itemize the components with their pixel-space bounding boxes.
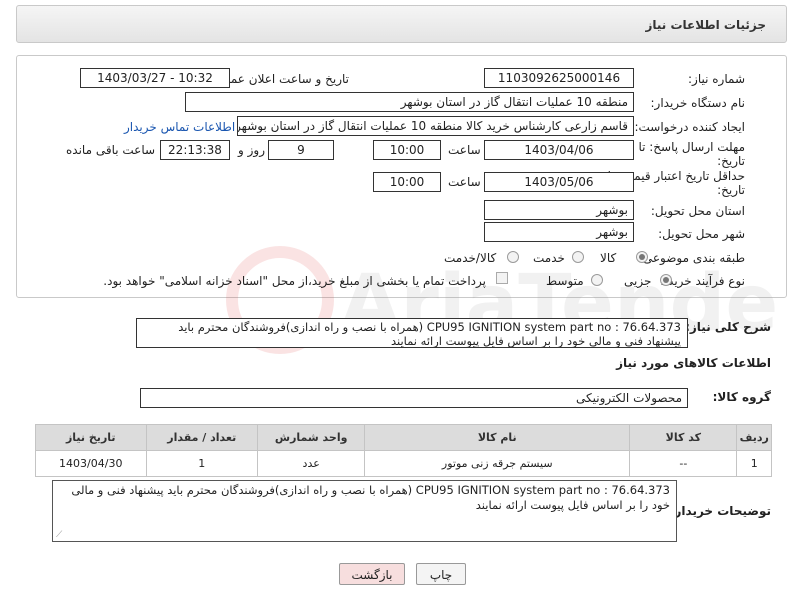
summary-field: CPU95 IGNITION system part no : 76.64.37… bbox=[136, 318, 688, 348]
category-label: طبقه بندی موضوعی: bbox=[638, 251, 745, 265]
buyer-notes-field: CPU95 IGNITION system part no : 76.64.37… bbox=[52, 480, 677, 542]
need-number-field: 1103092625000146 bbox=[484, 68, 634, 88]
city-field: بوشهر bbox=[484, 222, 634, 242]
resize-grip-icon: ⟋ bbox=[56, 530, 63, 540]
cell-item-code: -- bbox=[629, 450, 738, 477]
buyer-org-field: منطقه 10 عملیات انتقال گاز در استان بوشه… bbox=[185, 92, 634, 112]
category-option-service: خدمت bbox=[533, 251, 565, 265]
back-button[interactable]: بازگشت bbox=[339, 563, 405, 585]
page-title: جزئیات اطلاعات نیاز bbox=[645, 18, 766, 32]
price-validity-date-label: تاریخ: bbox=[717, 183, 745, 197]
deadline-time-field: 10:00 bbox=[373, 140, 441, 160]
deadline-time-label: ساعت bbox=[448, 143, 481, 157]
deadline-date-field: 1403/04/06 bbox=[484, 140, 634, 160]
goods-table: ردیف کد کالا نام کالا واحد شمارش تعداد /… bbox=[35, 424, 772, 477]
remaining-time-field: 22:13:38 bbox=[160, 140, 230, 160]
cell-quantity: 1 bbox=[145, 450, 259, 477]
print-button[interactable]: چاپ bbox=[416, 563, 466, 585]
city-label: شهر محل تحویل: bbox=[658, 227, 745, 241]
price-validity-time-label: ساعت bbox=[448, 175, 481, 189]
price-validity-date-field: 1403/05/06 bbox=[484, 172, 634, 192]
goods-group-label: گروه کالا: bbox=[712, 390, 771, 404]
col-header-quantity: تعداد / مقدار bbox=[145, 424, 259, 451]
col-header-item-name: نام کالا bbox=[364, 424, 631, 451]
summary-label: شرح کلی نیاز: bbox=[685, 320, 771, 334]
cell-item-name: سیستم جرقه زنی موتور bbox=[364, 450, 631, 477]
page-header: جزئیات اطلاعات نیاز bbox=[16, 5, 787, 43]
category-radio-service[interactable] bbox=[572, 251, 584, 263]
contact-info-link[interactable]: اطلاعات تماس خریدار bbox=[124, 120, 235, 134]
process-radio-medium[interactable] bbox=[591, 274, 603, 286]
category-radio-goods[interactable] bbox=[636, 251, 648, 263]
days-label: روز و bbox=[238, 143, 265, 157]
category-option-goods-service: کالا/خدمت bbox=[444, 251, 497, 265]
col-header-item-code: کد کالا bbox=[629, 424, 738, 451]
goods-group-field: محصولات الکترونیکی bbox=[140, 388, 688, 408]
goods-section-title: اطلاعات کالاهای مورد نیاز bbox=[616, 356, 771, 370]
deadline-label: مهلت ارسال پاسخ: تا bbox=[638, 140, 745, 154]
deadline-date-label: تاریخ: bbox=[717, 154, 745, 168]
province-field: بوشهر bbox=[484, 200, 634, 220]
process-option-medium: متوسط bbox=[546, 274, 584, 288]
buyer-org-label: نام دستگاه خریدار: bbox=[650, 96, 746, 110]
category-option-goods: کالا bbox=[600, 251, 617, 265]
treasury-payment-checkbox[interactable] bbox=[496, 272, 508, 284]
announce-date-field: 1403/03/27 - 10:32 bbox=[80, 68, 230, 88]
col-header-row-number: ردیف bbox=[736, 424, 772, 451]
treasury-payment-note: پرداخت تمام یا بخشی از مبلغ خرید،از محل … bbox=[103, 274, 486, 288]
table-row: 1 -- سیستم جرقه زنی موتور عدد 1 1403/04/… bbox=[35, 450, 772, 477]
creator-label: ایجاد کننده درخواست: bbox=[634, 120, 745, 134]
col-header-need-date: تاریخ نیاز bbox=[35, 424, 147, 451]
category-radio-goods-service[interactable] bbox=[507, 251, 519, 263]
cell-row-number: 1 bbox=[736, 450, 772, 477]
province-label: استان محل تحویل: bbox=[650, 204, 745, 218]
creator-field: قاسم زارعی کارشناس خرید کالا منطقه 10 عم… bbox=[237, 116, 634, 136]
goods-table-header-row: ردیف کد کالا نام کالا واحد شمارش تعداد /… bbox=[35, 424, 772, 451]
days-remaining-field: 9 bbox=[268, 140, 334, 160]
buyer-notes-label: توضیحات خریدار: bbox=[669, 504, 771, 518]
process-option-minor: جزیی bbox=[624, 274, 652, 288]
col-header-unit: واحد شمارش bbox=[257, 424, 366, 451]
cell-need-date: 1403/04/30 bbox=[35, 450, 147, 477]
need-number-label: شماره نیاز: bbox=[688, 72, 745, 86]
process-type-label: نوع فرآیند خرید : bbox=[660, 274, 745, 288]
process-radio-minor[interactable] bbox=[660, 274, 672, 286]
cell-unit: عدد bbox=[257, 450, 366, 477]
price-validity-time-field: 10:00 bbox=[373, 172, 441, 192]
remaining-time-label: ساعت باقی مانده bbox=[66, 143, 156, 157]
